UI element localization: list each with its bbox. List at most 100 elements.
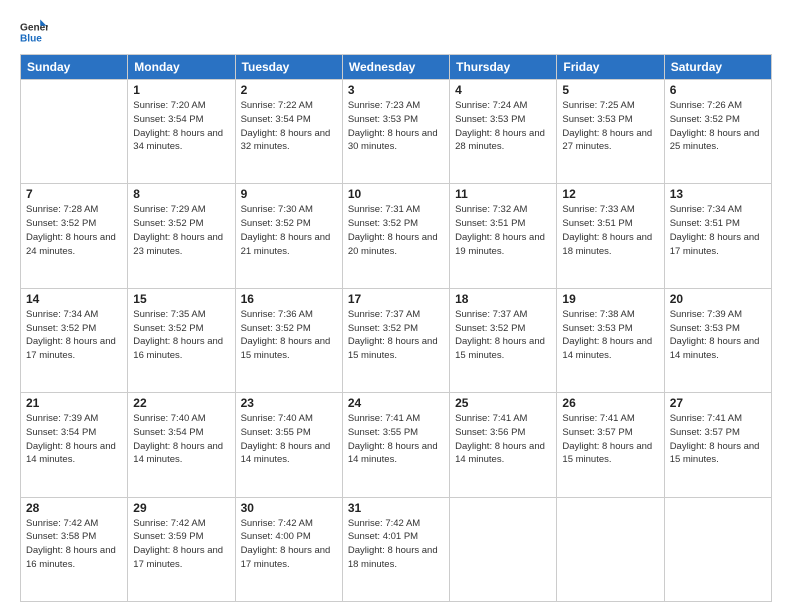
calendar-cell: 25 Sunrise: 7:41 AM Sunset: 3:56 PM Dayli… — [450, 393, 557, 497]
day-number: 13 — [670, 187, 766, 201]
calendar-page: General Blue SundayMondayTuesdayWednesda… — [0, 0, 792, 612]
day-number: 20 — [670, 292, 766, 306]
day-number: 12 — [562, 187, 658, 201]
calendar-cell: 23 Sunrise: 7:40 AM Sunset: 3:55 PM Dayli… — [235, 393, 342, 497]
calendar-cell: 9 Sunrise: 7:30 AM Sunset: 3:52 PM Daylig… — [235, 184, 342, 288]
day-info: Sunrise: 7:36 AM Sunset: 3:52 PM Dayligh… — [241, 308, 337, 363]
calendar-cell: 24 Sunrise: 7:41 AM Sunset: 3:55 PM Dayli… — [342, 393, 449, 497]
calendar-cell: 26 Sunrise: 7:41 AM Sunset: 3:57 PM Dayli… — [557, 393, 664, 497]
day-number: 1 — [133, 83, 229, 97]
day-info: Sunrise: 7:28 AM Sunset: 3:52 PM Dayligh… — [26, 203, 122, 258]
day-number: 16 — [241, 292, 337, 306]
day-info: Sunrise: 7:42 AM Sunset: 4:00 PM Dayligh… — [241, 517, 337, 572]
calendar-cell: 11Sunrise: 7:32 AM Sunset: 3:51 PM Dayli… — [450, 184, 557, 288]
day-info: Sunrise: 7:42 AM Sunset: 4:01 PM Dayligh… — [348, 517, 444, 572]
day-number: 2 — [241, 83, 337, 97]
calendar-week-row: 21 Sunrise: 7:39 AM Sunset: 3:54 PM Dayli… — [21, 393, 772, 497]
calendar-table: SundayMondayTuesdayWednesdayThursdayFrid… — [20, 54, 772, 602]
calendar-cell: 22Sunrise: 7:40 AM Sunset: 3:54 PM Dayli… — [128, 393, 235, 497]
day-info: Sunrise: 7:26 AM Sunset: 3:52 PM Dayligh… — [670, 99, 766, 154]
calendar-cell: 12 Sunrise: 7:33 AM Sunset: 3:51 PM Dayli… — [557, 184, 664, 288]
day-number: 4 — [455, 83, 551, 97]
calendar-body: 1Sunrise: 7:20 AM Sunset: 3:54 PM Daylig… — [21, 80, 772, 602]
svg-text:Blue: Blue — [20, 33, 42, 44]
calendar-cell: 30 Sunrise: 7:42 AM Sunset: 4:00 PM Dayli… — [235, 497, 342, 601]
calendar-week-row: 1Sunrise: 7:20 AM Sunset: 3:54 PM Daylig… — [21, 80, 772, 184]
weekday-header-cell: Saturday — [664, 55, 771, 80]
calendar-cell: 10 Sunrise: 7:31 AM Sunset: 3:52 PM Dayli… — [342, 184, 449, 288]
day-info: Sunrise: 7:22 AM Sunset: 3:54 PM Dayligh… — [241, 99, 337, 154]
calendar-week-row: 14 Sunrise: 7:34 AM Sunset: 3:52 PM Dayli… — [21, 288, 772, 392]
day-info: Sunrise: 7:41 AM Sunset: 3:57 PM Dayligh… — [562, 412, 658, 467]
day-number: 8 — [133, 187, 229, 201]
calendar-cell: 29Sunrise: 7:42 AM Sunset: 3:59 PM Dayli… — [128, 497, 235, 601]
day-info: Sunrise: 7:33 AM Sunset: 3:51 PM Dayligh… — [562, 203, 658, 258]
calendar-cell: 4 Sunrise: 7:24 AM Sunset: 3:53 PM Daylig… — [450, 80, 557, 184]
day-number: 6 — [670, 83, 766, 97]
calendar-cell: 20 Sunrise: 7:39 AM Sunset: 3:53 PM Dayli… — [664, 288, 771, 392]
day-info: Sunrise: 7:35 AM Sunset: 3:52 PM Dayligh… — [133, 308, 229, 363]
logo: General Blue — [20, 18, 48, 46]
weekday-header-cell: Friday — [557, 55, 664, 80]
day-number: 7 — [26, 187, 122, 201]
day-info: Sunrise: 7:23 AM Sunset: 3:53 PM Dayligh… — [348, 99, 444, 154]
day-info: Sunrise: 7:31 AM Sunset: 3:52 PM Dayligh… — [348, 203, 444, 258]
calendar-cell: 3 Sunrise: 7:23 AM Sunset: 3:53 PM Daylig… — [342, 80, 449, 184]
weekday-header-cell: Tuesday — [235, 55, 342, 80]
calendar-cell: 2 Sunrise: 7:22 AM Sunset: 3:54 PM Daylig… — [235, 80, 342, 184]
day-number: 23 — [241, 396, 337, 410]
calendar-cell: 13 Sunrise: 7:34 AM Sunset: 3:51 PM Dayli… — [664, 184, 771, 288]
calendar-cell: 1Sunrise: 7:20 AM Sunset: 3:54 PM Daylig… — [128, 80, 235, 184]
logo-icon: General Blue — [20, 18, 48, 46]
calendar-cell: 18Sunrise: 7:37 AM Sunset: 3:52 PM Dayli… — [450, 288, 557, 392]
day-info: Sunrise: 7:30 AM Sunset: 3:52 PM Dayligh… — [241, 203, 337, 258]
day-number: 31 — [348, 501, 444, 515]
calendar-cell: 17 Sunrise: 7:37 AM Sunset: 3:52 PM Dayli… — [342, 288, 449, 392]
day-number: 24 — [348, 396, 444, 410]
day-info: Sunrise: 7:41 AM Sunset: 3:55 PM Dayligh… — [348, 412, 444, 467]
day-info: Sunrise: 7:29 AM Sunset: 3:52 PM Dayligh… — [133, 203, 229, 258]
calendar-cell: 14 Sunrise: 7:34 AM Sunset: 3:52 PM Dayli… — [21, 288, 128, 392]
day-number: 28 — [26, 501, 122, 515]
calendar-week-row: 7 Sunrise: 7:28 AM Sunset: 3:52 PM Daylig… — [21, 184, 772, 288]
day-number: 26 — [562, 396, 658, 410]
calendar-cell: 6 Sunrise: 7:26 AM Sunset: 3:52 PM Daylig… — [664, 80, 771, 184]
weekday-header-cell: Thursday — [450, 55, 557, 80]
calendar-cell: 28Sunrise: 7:42 AM Sunset: 3:58 PM Dayli… — [21, 497, 128, 601]
weekday-header-cell: Sunday — [21, 55, 128, 80]
calendar-cell: 21 Sunrise: 7:39 AM Sunset: 3:54 PM Dayli… — [21, 393, 128, 497]
weekday-header-cell: Wednesday — [342, 55, 449, 80]
calendar-cell: 27Sunrise: 7:41 AM Sunset: 3:57 PM Dayli… — [664, 393, 771, 497]
calendar-cell: 5 Sunrise: 7:25 AM Sunset: 3:53 PM Daylig… — [557, 80, 664, 184]
calendar-cell — [664, 497, 771, 601]
day-info: Sunrise: 7:25 AM Sunset: 3:53 PM Dayligh… — [562, 99, 658, 154]
day-info: Sunrise: 7:40 AM Sunset: 3:55 PM Dayligh… — [241, 412, 337, 467]
calendar-cell: 7 Sunrise: 7:28 AM Sunset: 3:52 PM Daylig… — [21, 184, 128, 288]
day-info: Sunrise: 7:39 AM Sunset: 3:54 PM Dayligh… — [26, 412, 122, 467]
day-number: 14 — [26, 292, 122, 306]
weekday-header-cell: Monday — [128, 55, 235, 80]
day-info: Sunrise: 7:34 AM Sunset: 3:51 PM Dayligh… — [670, 203, 766, 258]
day-number: 15 — [133, 292, 229, 306]
day-info: Sunrise: 7:37 AM Sunset: 3:52 PM Dayligh… — [348, 308, 444, 363]
day-info: Sunrise: 7:37 AM Sunset: 3:52 PM Dayligh… — [455, 308, 551, 363]
day-number: 5 — [562, 83, 658, 97]
calendar-cell — [557, 497, 664, 601]
day-info: Sunrise: 7:24 AM Sunset: 3:53 PM Dayligh… — [455, 99, 551, 154]
day-number: 25 — [455, 396, 551, 410]
calendar-cell: 8 Sunrise: 7:29 AM Sunset: 3:52 PM Daylig… — [128, 184, 235, 288]
day-number: 22 — [133, 396, 229, 410]
day-number: 9 — [241, 187, 337, 201]
day-number: 3 — [348, 83, 444, 97]
weekday-header-row: SundayMondayTuesdayWednesdayThursdayFrid… — [21, 55, 772, 80]
day-info: Sunrise: 7:34 AM Sunset: 3:52 PM Dayligh… — [26, 308, 122, 363]
day-number: 17 — [348, 292, 444, 306]
day-info: Sunrise: 7:41 AM Sunset: 3:56 PM Dayligh… — [455, 412, 551, 467]
calendar-cell — [21, 80, 128, 184]
day-number: 30 — [241, 501, 337, 515]
day-info: Sunrise: 7:39 AM Sunset: 3:53 PM Dayligh… — [670, 308, 766, 363]
day-number: 21 — [26, 396, 122, 410]
day-number: 10 — [348, 187, 444, 201]
day-info: Sunrise: 7:32 AM Sunset: 3:51 PM Dayligh… — [455, 203, 551, 258]
calendar-cell: 15 Sunrise: 7:35 AM Sunset: 3:52 PM Dayli… — [128, 288, 235, 392]
